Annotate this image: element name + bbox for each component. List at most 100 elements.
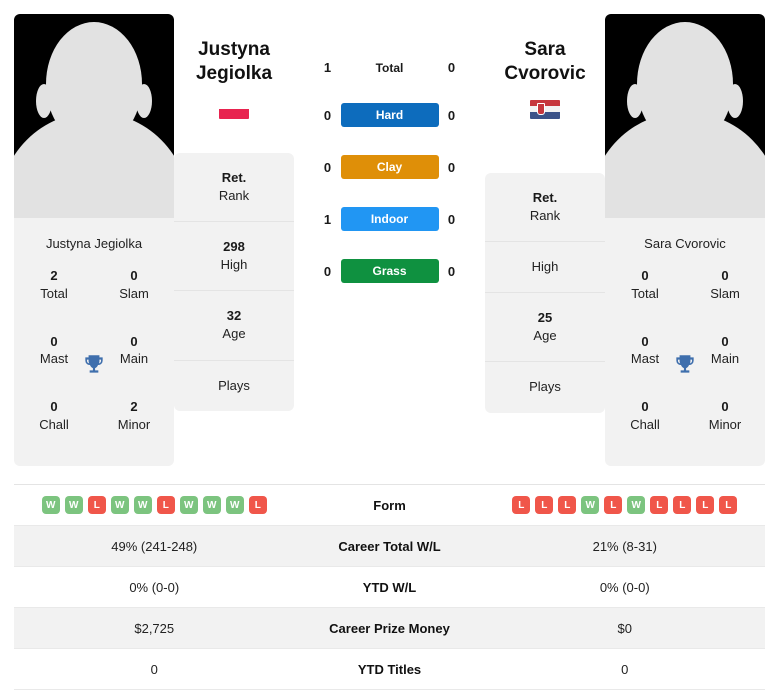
poland-flag-icon <box>219 99 249 119</box>
table-row: 49% (241-248) Career Total W/L 21% (8-31… <box>14 526 765 567</box>
player-comparison-page: Justyna Jegiolka 2 Total 0 Slam 0 Mast 0… <box>0 0 779 699</box>
surface-badge-hard[interactable]: Hard <box>340 103 439 127</box>
trophy-icon <box>676 354 694 373</box>
form-badge-win[interactable]: W <box>179 496 198 514</box>
title-cell: 0 Total <box>631 268 659 301</box>
surface-badge-clay[interactable]: Clay <box>340 155 439 179</box>
h2h-row-hard: 0 Hard 0 <box>315 103 465 127</box>
left-stat-value: $2,725 <box>134 620 175 636</box>
form-badge-win[interactable]: W <box>202 496 221 514</box>
form-badge-loss[interactable]: L <box>650 496 669 514</box>
right-player-photo-caption: Sara Cvorovic <box>644 236 726 251</box>
form-badge-loss[interactable]: L <box>87 496 106 514</box>
surface-badge-indoor[interactable]: Indoor <box>340 207 439 231</box>
table-row: 0% (0-0) YTD W/L 0% (0-0) <box>14 567 765 608</box>
h2h-row-grass: 0 Grass 0 <box>315 259 465 283</box>
form-badge-win[interactable]: W <box>225 496 244 514</box>
table-row: 0 YTD Titles 0 <box>14 649 765 690</box>
surface-badge-grass[interactable]: Grass <box>340 259 439 283</box>
left-player-last-name: Jegiolka <box>195 62 273 84</box>
right-player-header: Sara Cvorovic Ret. Rank High 25 Age Play… <box>485 14 605 470</box>
right-player-avatar <box>605 14 765 218</box>
stat-label: Career Prize Money <box>329 620 450 636</box>
form-badge-win[interactable]: W <box>110 496 129 514</box>
form-badge-loss[interactable]: L <box>512 496 531 514</box>
h2h-left-score: 1 <box>323 211 332 227</box>
form-badge-loss[interactable]: L <box>248 496 267 514</box>
right-stat-value: 21% (8-31) <box>592 538 657 554</box>
info-row-rank: Ret. Rank <box>485 173 605 242</box>
table-row: $2,725 Career Prize Money $0 <box>14 608 765 649</box>
title-cell: 0 Chall <box>630 399 660 432</box>
h2h-right-score: 0 <box>447 211 456 227</box>
form-badge-loss[interactable]: L <box>604 496 623 514</box>
serbia-flag-icon <box>530 99 560 119</box>
title-cell: 0 Chall <box>39 399 69 432</box>
info-row-plays: Plays <box>218 377 250 393</box>
h2h-row-indoor: 1 Indoor 0 <box>315 207 465 231</box>
left-stat-value: 0 <box>150 661 158 677</box>
info-row-age: 32 Age <box>174 291 294 361</box>
form-badge-loss[interactable]: L <box>535 496 554 514</box>
h2h-left-score: 0 <box>323 263 332 279</box>
left-stat-value: 49% (241-248) <box>111 538 198 554</box>
form-badge-loss[interactable]: L <box>156 496 175 514</box>
left-player-photo-column: Justyna Jegiolka 2 Total 0 Slam 0 Mast 0… <box>14 14 174 470</box>
left-player-card[interactable]: Justyna Jegiolka 2 Total 0 Slam 0 Mast 0… <box>14 14 174 466</box>
right-stat-value: 0 <box>621 661 629 677</box>
h2h-right-score: 0 <box>447 107 456 123</box>
stat-label: Form <box>373 497 406 513</box>
title-cell: 0 Minor <box>708 399 742 432</box>
right-player-titles-grid: 0 Total 0 Slam 0 Mast 0 Main 0 Chall 0 M… <box>605 263 765 466</box>
form-badge-loss[interactable]: L <box>558 496 577 514</box>
right-player-photo-column: Sara Cvorovic 0 Total 0 Slam 0 Mast 0 Ma… <box>605 14 765 470</box>
h2h-left-score: 0 <box>323 107 332 123</box>
left-player-avatar <box>14 14 174 218</box>
left-player-header: Justyna Jegiolka Ret. Rank 298 High 32 A… <box>174 14 294 470</box>
trophy-icon <box>85 354 103 373</box>
left-player-photo-caption: Justyna Jegiolka <box>45 236 143 251</box>
h2h-row-total: 1 Total 0 <box>315 60 465 75</box>
form-badge-loss[interactable]: L <box>719 496 738 514</box>
left-player-titles-grid: 2 Total 0 Slam 0 Mast 0 Main 0 Chall 2 M… <box>14 263 174 466</box>
h2h-right-score: 0 <box>447 159 456 175</box>
right-player-form-strip: LLLWLWLLLL <box>489 496 762 514</box>
info-row-high: 298 High <box>174 222 294 292</box>
form-badge-win[interactable]: W <box>64 496 83 514</box>
info-row-plays: Plays <box>529 379 561 395</box>
left-player-first-name: Justyna <box>198 39 270 60</box>
info-row-age: 25 Age <box>485 293 605 363</box>
form-badge-win[interactable]: W <box>627 496 646 514</box>
table-row: WWLWWLWWWL Form LLLWLWLLLL <box>14 485 765 526</box>
form-badge-loss[interactable]: L <box>696 496 715 514</box>
left-player-form-strip: WWLWWLWWWL <box>18 496 291 514</box>
right-player-name-block[interactable]: Sara Cvorovic <box>485 38 605 119</box>
stat-label: Career Total W/L <box>338 538 441 554</box>
right-stat-value: 0% (0-0) <box>599 579 650 595</box>
form-badge-win[interactable]: W <box>581 496 600 514</box>
right-player-first-name: Sara <box>524 39 566 60</box>
form-badge-loss[interactable]: L <box>673 496 692 514</box>
info-row-high: High <box>485 242 605 294</box>
comparison-header: Justyna Jegiolka 2 Total 0 Slam 0 Mast 0… <box>0 0 779 470</box>
stat-label: YTD W/L <box>362 579 417 595</box>
info-row-rank: Ret. Rank <box>174 153 294 222</box>
h2h-right-score: 0 <box>447 263 456 279</box>
stat-label: YTD Titles <box>357 661 422 677</box>
left-player-name-block[interactable]: Justyna Jegiolka <box>174 38 294 119</box>
left-player-info-card: Ret. Rank 298 High 32 Age Plays <box>174 152 294 411</box>
right-player-card[interactable]: Sara Cvorovic 0 Total 0 Slam 0 Mast 0 Ma… <box>605 14 765 466</box>
title-cell: 0 Slam <box>119 268 149 301</box>
head-to-head-panel: 1 Total 0 0 Hard 0 0 Clay 0 1 Indoor 0 0 <box>294 14 485 470</box>
h2h-right-score: 0 <box>447 60 456 75</box>
form-badge-win[interactable]: W <box>41 496 60 514</box>
right-stat-value: $0 <box>617 620 632 636</box>
comparison-stats-table: WWLWWLWWWL Form LLLWLWLLLL 49% (241-248)… <box>14 484 765 690</box>
form-badge-win[interactable]: W <box>133 496 152 514</box>
right-player-last-name: Cvorovic <box>504 62 586 84</box>
left-stat-value: 0% (0-0) <box>129 579 180 595</box>
title-cell: 2 Total <box>40 268 68 301</box>
title-cell: 0 Slam <box>710 268 740 301</box>
h2h-left-score: 1 <box>323 60 332 75</box>
h2h-row-clay: 0 Clay 0 <box>315 155 465 179</box>
